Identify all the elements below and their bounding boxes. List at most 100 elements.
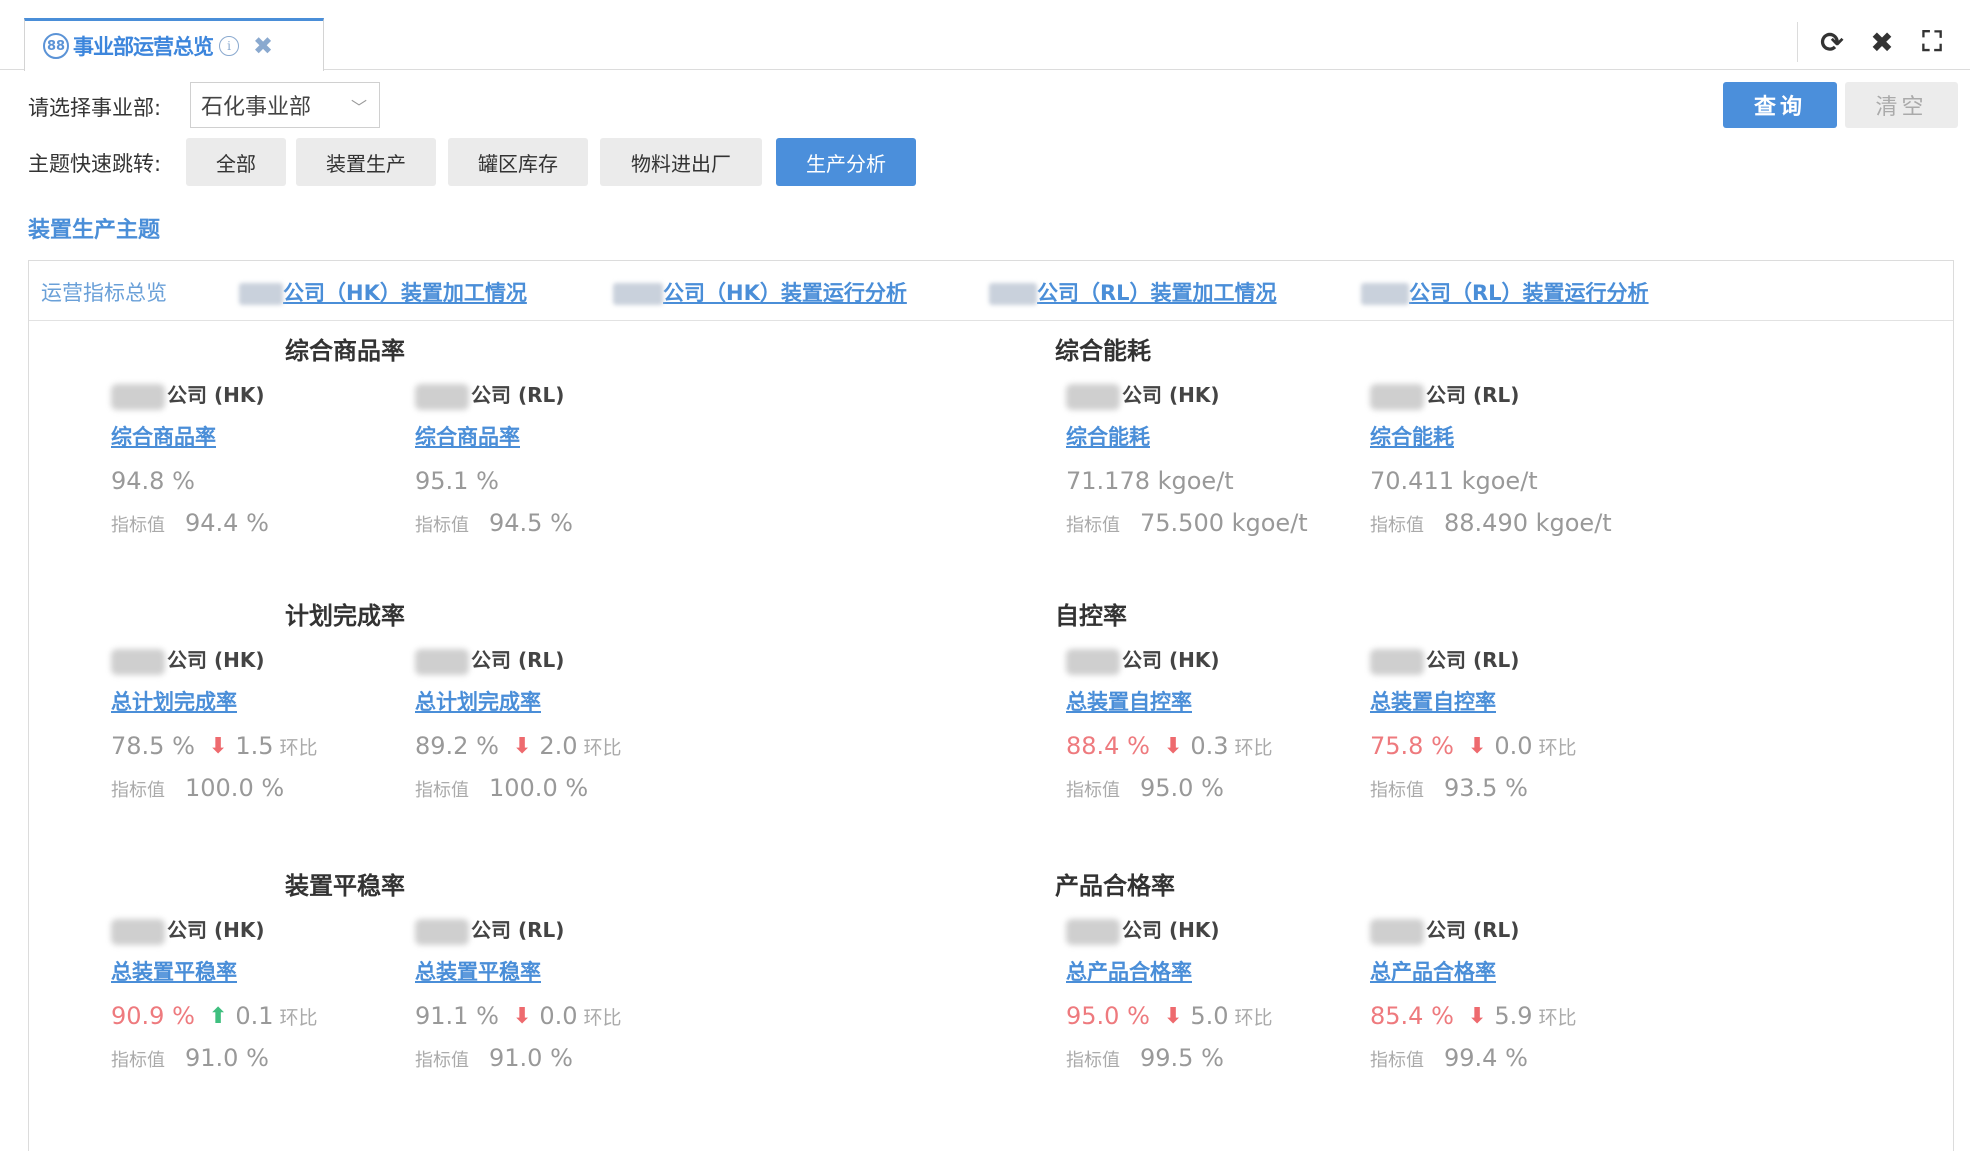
target-value: 94.5 % <box>489 509 573 537</box>
change-value: 2.0 <box>539 732 578 760</box>
target-value: 94.4 % <box>185 509 269 537</box>
metric-link[interactable]: 总装置自控率 <box>1370 686 1730 716</box>
subtab-overview[interactable]: 运营指标总览 <box>41 277 167 307</box>
hb-label: 环比 <box>279 1006 318 1029</box>
target-label: 指标值 <box>111 780 165 801</box>
metric-value: 95.0 % <box>1066 1002 1150 1030</box>
change-value: 5.0 <box>1190 1002 1229 1030</box>
refresh-icon[interactable]: ⟳ <box>1816 26 1848 59</box>
target-label: 指标值 <box>1066 780 1120 801</box>
value-row: 89.2 % ⬇ 2.0 环比 <box>415 732 775 760</box>
chevron-down-icon: ﹀ <box>350 98 367 117</box>
subtab-hk-analysis-label: 公司（HK）装置运行分析 <box>663 281 907 305</box>
value-row: 91.1 % ⬇ 0.0 环比 <box>415 1002 775 1030</box>
metric-value: 85.4 % <box>1370 1002 1454 1030</box>
change-value: 0.3 <box>1190 732 1229 760</box>
company-name: 公司 (RL) <box>1370 379 1730 410</box>
quick-button-unit-production[interactable]: 装置生产 <box>296 138 436 186</box>
target-label: 指标值 <box>111 1050 165 1071</box>
target-label: 指标值 <box>1066 1050 1120 1071</box>
change-value: 0.1 <box>235 1002 274 1030</box>
sub-tab-bar: 运营指标总览 公司（HK）装置加工情况 公司（HK）装置运行分析 公司（RL）装… <box>29 261 1953 321</box>
quick-jump-label: 主题快速跳转: <box>28 152 162 176</box>
metric-value: 71.178 kgoe/t <box>1066 467 1234 495</box>
company-label: 公司 (HK) <box>1122 648 1220 672</box>
metric-value: 70.411 kgoe/t <box>1370 467 1538 495</box>
redacted-name <box>1066 648 1120 675</box>
target-value: 99.4 % <box>1444 1044 1528 1072</box>
metric-link[interactable]: 综合能耗 <box>1370 421 1730 451</box>
subtab-hk-processing[interactable]: 公司（HK）装置加工情况 <box>239 277 527 307</box>
target-label: 指标值 <box>111 515 165 536</box>
target-value: 75.500 kgoe/t <box>1140 509 1308 537</box>
metric-value: 94.8 % <box>111 467 195 495</box>
tab-close-icon[interactable]: ✖ <box>253 32 273 60</box>
clear-button[interactable]: 清空 <box>1845 82 1958 128</box>
company-label: 公司 (HK) <box>167 383 265 407</box>
redacted-name <box>415 383 469 410</box>
target-label: 指标值 <box>1370 780 1424 801</box>
redacted-name <box>1370 918 1424 945</box>
company-label: 公司 (RL) <box>1426 383 1520 407</box>
target-row: 指标值 88.490 kgoe/t <box>1370 509 1730 537</box>
target-label: 指标值 <box>1066 515 1120 536</box>
quick-button-material-flow[interactable]: 物料进出厂 <box>600 138 762 186</box>
trend-down-icon: ⬇ <box>512 733 532 759</box>
metric-link[interactable]: 总计划完成率 <box>415 686 775 716</box>
metric-card-energy-consumption-rl: 公司 (RL) 综合能耗 70.411 kgoe/t 指标值 88.490 kgoe/t <box>1370 379 1730 537</box>
close-icon[interactable]: ✖ <box>1866 26 1898 59</box>
hb-label: 环比 <box>1234 736 1273 759</box>
metric-card-plan-completion-rl: 公司 (RL) 总计划完成率 89.2 % ⬇ 2.0 环比指标值 100.0 % <box>415 644 775 802</box>
division-select[interactable]: 石化事业部 ﹀ <box>190 82 380 128</box>
hb-label: 环比 <box>583 736 622 759</box>
metric-link[interactable]: 综合商品率 <box>415 421 775 451</box>
redacted-name <box>415 648 469 675</box>
hb-label: 环比 <box>583 1006 622 1029</box>
quick-button-all[interactable]: 全部 <box>186 138 286 186</box>
group-title-auto-control-rate: 自控率 <box>1055 602 1127 630</box>
group-title-unit-stability-rate: 装置平稳率 <box>285 872 405 900</box>
fullscreen-icon[interactable]: ⛶ <box>1916 25 1948 59</box>
target-label: 指标值 <box>1370 1050 1424 1071</box>
redacted-name <box>1370 383 1424 410</box>
metric-card-auto-control-rate-rl: 公司 (RL) 总装置自控率 75.8 % ⬇ 0.0 环比 指标值 93.5 % <box>1370 644 1730 802</box>
trend-down-icon: ⬇ <box>1163 733 1183 759</box>
metric-link[interactable]: 总产品合格率 <box>1370 956 1730 986</box>
target-value: 91.0 % <box>489 1044 573 1072</box>
company-name: 公司 (RL) <box>415 644 775 675</box>
target-value: 100.0 % <box>489 774 589 802</box>
query-button[interactable]: 查询 <box>1723 82 1837 128</box>
redacted-name <box>613 283 663 305</box>
tab-badge-icon: 88 <box>43 33 69 59</box>
redacted-name <box>111 383 165 410</box>
value-row: 95.1 % <box>415 467 775 495</box>
subtab-hk-analysis[interactable]: 公司（HK）装置运行分析 <box>613 277 907 307</box>
tab-division-overview[interactable]: 88 事业部运营总览 i ✖ <box>24 18 324 71</box>
division-label: 请选择事业部: <box>28 96 162 120</box>
tab-title: 事业部运营总览 <box>73 35 214 59</box>
quick-button-tank-inventory[interactable]: 罐区库存 <box>448 138 588 186</box>
tab-bar: 88 事业部运营总览 i ✖ ⟳ ✖ ⛶ <box>0 0 1970 71</box>
trend-down-icon: ⬇ <box>1163 1003 1183 1029</box>
metric-value: 90.9 % <box>111 1002 195 1030</box>
subtab-hk-processing-label: 公司（HK）装置加工情况 <box>283 281 527 305</box>
target-value: 93.5 % <box>1444 774 1528 802</box>
target-label: 指标值 <box>415 780 469 801</box>
subtab-rl-analysis-label: 公司（RL）装置运行分析 <box>1409 281 1649 305</box>
redacted-name <box>111 648 165 675</box>
company-name: 公司 (RL) <box>1370 644 1730 675</box>
redacted-name <box>239 283 283 305</box>
subtab-rl-analysis[interactable]: 公司（RL）装置运行分析 <box>1361 277 1649 307</box>
company-label: 公司 (HK) <box>1122 383 1220 407</box>
subtab-rl-processing[interactable]: 公司（RL）装置加工情况 <box>989 277 1277 307</box>
metric-link[interactable]: 总装置平稳率 <box>415 956 775 986</box>
hb-label: 环比 <box>1538 1006 1577 1029</box>
company-label: 公司 (HK) <box>1122 918 1220 942</box>
info-icon[interactable]: i <box>219 36 239 56</box>
quick-button-production-analysis[interactable]: 生产分析 <box>776 138 916 186</box>
hb-label: 环比 <box>1234 1006 1273 1029</box>
target-label: 指标值 <box>415 515 469 536</box>
target-row: 指标值 93.5 % <box>1370 774 1730 802</box>
metric-value: 89.2 % <box>415 732 499 760</box>
redacted-name <box>1066 918 1120 945</box>
